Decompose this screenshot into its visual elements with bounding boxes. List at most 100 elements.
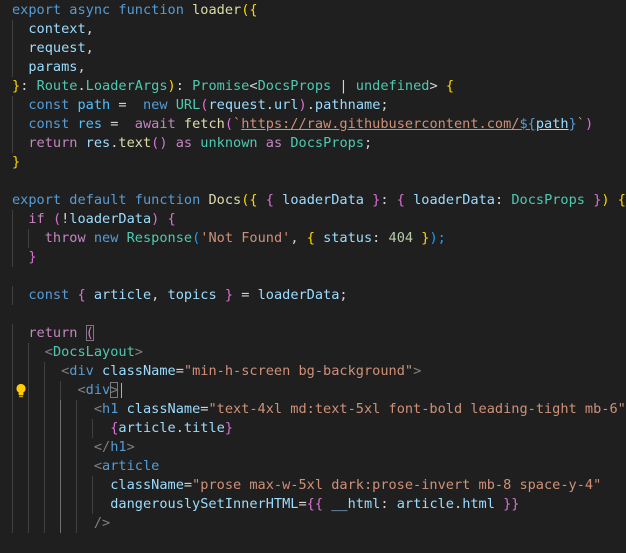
code-token: if [28, 211, 45, 227]
code-line[interactable]: <div> [0, 381, 626, 400]
code-text: </h1> [12, 438, 135, 457]
code-token: {{ [306, 496, 324, 512]
code-token: DocsProps [290, 135, 365, 151]
code-token: className [110, 477, 184, 493]
code-token: throw [44, 230, 86, 246]
code-token: Promise [192, 78, 250, 94]
code-token: loaderData [413, 192, 495, 208]
code-line[interactable]: dangerouslySetInnerHTML={{ __html: artic… [0, 495, 626, 514]
code-token: res [77, 116, 103, 132]
code-text: return ( [12, 324, 94, 343]
code-token: const [28, 287, 70, 303]
code-text: dangerouslySetInnerHTML={{ __html: artic… [12, 495, 519, 514]
code-token: . [306, 97, 315, 113]
code-token: : [372, 230, 381, 246]
code-token: h1 [102, 401, 119, 417]
code-text: <h1 className="text-4xl md:text-5xl font… [12, 400, 626, 419]
code-token: = [298, 496, 307, 512]
code-line[interactable]: throw new Response('Not Found', { status… [0, 229, 626, 248]
code-token: ) [167, 78, 176, 94]
code-token: new [142, 97, 168, 113]
code-line[interactable]: if (!loaderData) { [0, 210, 626, 229]
code-token: < [44, 344, 53, 360]
code-text: context, [12, 20, 94, 39]
code-token: export [12, 2, 62, 18]
code-line[interactable]: <div className="min-h-screen bg-backgrou… [0, 362, 626, 381]
code-token: , [85, 21, 94, 37]
code-line[interactable] [0, 267, 626, 286]
code-token: Docs [208, 192, 242, 208]
code-line[interactable]: request, [0, 39, 626, 58]
code-token: unknown [200, 135, 258, 151]
code-line[interactable]: return ( [0, 324, 626, 343]
code-token: = [110, 116, 119, 132]
code-line[interactable]: export async function loader({ [0, 1, 626, 20]
code-token: request [208, 97, 266, 113]
code-line[interactable]: } [0, 248, 626, 267]
code-line[interactable]: }: Route.LoaderArgs): Promise<DocsProps … [0, 77, 626, 96]
code-token: } [224, 287, 234, 303]
code-text: } [12, 248, 36, 267]
code-token: : [380, 496, 389, 512]
code-token: 'Not Found' [200, 230, 291, 246]
code-line[interactable]: </h1> [0, 438, 626, 457]
code-token: { [445, 78, 455, 94]
code-token: "text-4xl md:text-5xl font-bold leading-… [208, 401, 626, 417]
code-token: pathname [314, 97, 381, 113]
code-token: request [28, 40, 86, 56]
code-token: loaderData [257, 287, 340, 303]
code-line[interactable]: context, [0, 20, 626, 39]
code-line[interactable]: <DocsLayout> [0, 343, 626, 362]
code-token: , [85, 40, 94, 56]
code-line[interactable] [0, 172, 626, 191]
code-text: export async function loader({ [12, 1, 258, 20]
code-token: URL [175, 97, 201, 113]
code-token: < [249, 78, 258, 94]
code-token: function [134, 192, 201, 208]
code-token: loader [192, 2, 242, 18]
code-line[interactable]: className="prose max-w-5xl dark:prose-in… [0, 476, 626, 495]
code-token: , [151, 287, 160, 303]
code-text: const res = await fetch(`https://raw.git… [12, 115, 593, 134]
code-text: const path = new URL(request.url).pathna… [12, 96, 389, 115]
code-line[interactable] [0, 305, 626, 324]
code-token: default [69, 192, 127, 208]
code-token: __html [331, 496, 381, 512]
lightbulb-icon[interactable] [14, 383, 28, 398]
code-token: > [126, 439, 135, 455]
code-line[interactable]: const path = new URL(request.url).pathna… [0, 96, 626, 115]
code-token: </ [93, 439, 111, 455]
code-line[interactable]: return res.text() as unknown as DocsProp… [0, 134, 626, 153]
code-token: return [28, 325, 78, 341]
code-line[interactable]: {article.title} [0, 419, 626, 438]
code-token: div [85, 382, 111, 398]
code-editor[interactable]: export async function loader({ context, … [0, 0, 626, 553]
code-token: : [20, 78, 29, 94]
code-line[interactable]: const { article, topics } = loaderData; [0, 286, 626, 305]
code-token: { [265, 192, 274, 208]
code-token: LoaderArgs [85, 78, 168, 94]
code-token: ; [364, 135, 373, 151]
code-line[interactable]: export default function Docs({ { loaderD… [0, 191, 626, 210]
code-line[interactable]: const res = await fetch(`https://raw.git… [0, 115, 626, 134]
code-line[interactable]: /> [0, 514, 626, 533]
code-token: ` [576, 116, 585, 132]
code-token: function [118, 2, 184, 18]
code-text: } [12, 153, 20, 172]
code-token: < [93, 458, 103, 474]
code-token: res [85, 135, 111, 151]
code-line[interactable]: <article [0, 457, 626, 476]
code-token: html [462, 496, 495, 512]
code-token: new [93, 230, 119, 246]
code-token: = [241, 287, 250, 303]
code-token: ; [380, 97, 389, 113]
code-text: request, [12, 39, 94, 58]
code-line[interactable]: <h1 className="text-4xl md:text-5xl font… [0, 400, 626, 419]
code-line[interactable]: params, [0, 58, 626, 77]
code-token: undefined [355, 78, 430, 94]
code-token: { [396, 192, 405, 208]
code-token: export [12, 192, 62, 208]
code-token: ` [233, 116, 242, 132]
code-text: if (!loaderData) { [12, 210, 175, 229]
code-line[interactable]: } [0, 153, 626, 172]
